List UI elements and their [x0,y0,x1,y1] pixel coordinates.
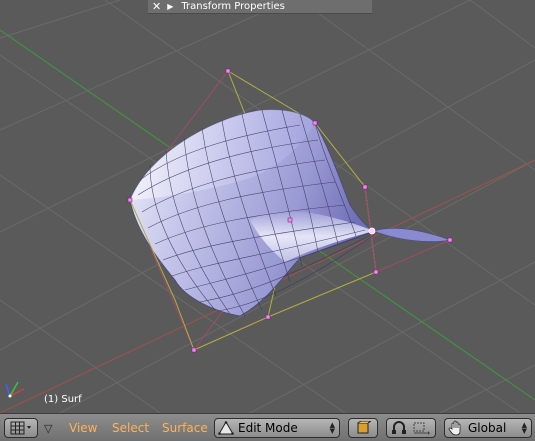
nurbs-surface[interactable] [129,109,452,317]
mode-selector[interactable]: Edit Mode ▲ ▼ [214,418,340,438]
manipulator-icon [413,422,430,435]
orientation-label: Global [468,421,507,435]
transform-properties-header[interactable]: ✕ ▶ Transform Properties [148,0,372,14]
chevron-updown-icon: ▲ ▼ [521,421,527,435]
surface-scene[interactable] [0,0,535,413]
viewport-type-icon[interactable] [4,418,38,438]
control-point [287,217,293,223]
control-point [191,347,197,353]
draw-mode-button[interactable] [348,418,378,438]
grab-hand-icon [448,420,461,436]
control-point [127,197,133,203]
chevron-updown-icon: ▲ ▼ [329,421,335,435]
panel-title: Transform Properties [181,1,285,12]
3d-cursor-dot [368,227,376,235]
control-point [447,237,453,243]
control-point [312,120,318,126]
object-label: (1) Surf [44,394,82,405]
control-point [373,269,379,275]
viewport-header: ▽ View Select Surface Edit Mode ▲ ▼ Glob… [0,413,535,441]
menu-select[interactable]: Select [112,421,149,435]
control-point [225,68,231,74]
triangle-right-icon[interactable]: ▶ [167,2,173,11]
pivot-icon [392,421,406,434]
control-point [265,314,271,320]
draw-mode-icon [357,421,371,434]
mode-label: Edit Mode [238,421,298,435]
edit-mode-icon [218,421,234,435]
menu-view[interactable]: View [69,421,97,435]
control-point [362,184,368,190]
orientation-selector[interactable]: Global ▲ ▼ [444,418,532,438]
menu-surface[interactable]: Surface [162,421,208,435]
pivot-button[interactable] [386,418,436,438]
xyz-axes-icon [5,381,25,398]
collapse-menu-icon[interactable]: ▽ [44,422,52,435]
3d-viewport[interactable]: ✕ ▶ Transform Properties (1) Surf [0,0,535,413]
close-x-icon[interactable]: ✕ [152,0,161,13]
